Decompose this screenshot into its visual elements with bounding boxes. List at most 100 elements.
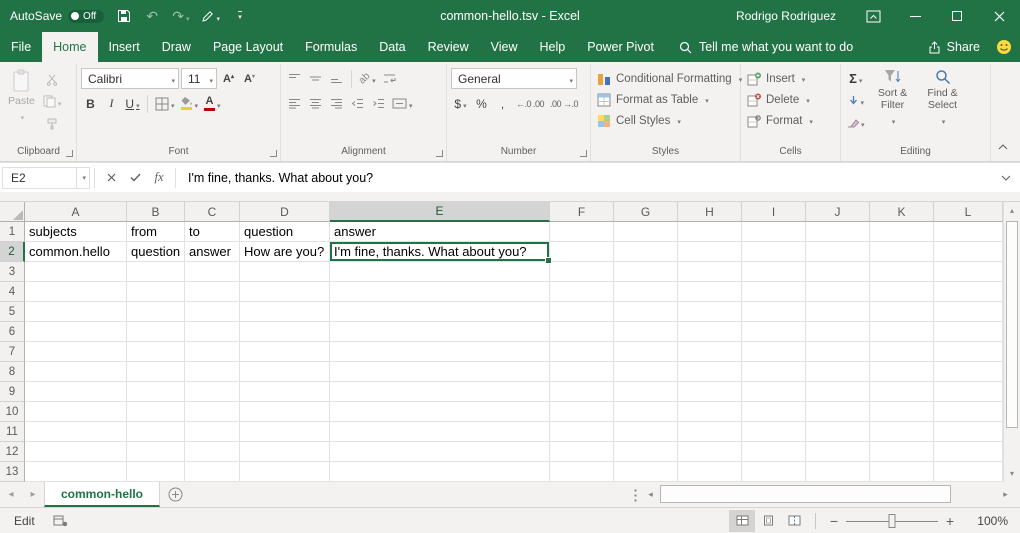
number-dialog-launcher[interactable] bbox=[580, 150, 587, 157]
cell-K12[interactable] bbox=[870, 442, 934, 462]
cell-A5[interactable] bbox=[25, 302, 127, 322]
cell-K1[interactable] bbox=[870, 222, 934, 242]
conditional-formatting-button[interactable]: Conditional Formatting bbox=[595, 68, 736, 89]
cell-E8[interactable] bbox=[330, 362, 550, 382]
cell-D3[interactable] bbox=[240, 262, 330, 282]
column-header-A[interactable]: A bbox=[25, 202, 127, 222]
cell-L3[interactable] bbox=[934, 262, 1003, 282]
bold-button[interactable]: B bbox=[81, 93, 100, 114]
row-header-10[interactable]: 10 bbox=[0, 402, 25, 422]
cell-C1[interactable]: to bbox=[185, 222, 240, 242]
cell-D8[interactable] bbox=[240, 362, 330, 382]
tab-home[interactable]: Home bbox=[42, 32, 97, 62]
cell-H8[interactable] bbox=[678, 362, 742, 382]
cell-G5[interactable] bbox=[614, 302, 678, 322]
cell-K7[interactable] bbox=[870, 342, 934, 362]
cell-C11[interactable] bbox=[185, 422, 240, 442]
column-header-D[interactable]: D bbox=[240, 202, 330, 222]
row-header-3[interactable]: 3 bbox=[0, 262, 25, 282]
cell-B10[interactable] bbox=[127, 402, 185, 422]
format-cells-button[interactable]: Format bbox=[745, 110, 836, 131]
cell-F4[interactable] bbox=[550, 282, 614, 302]
tab-page-layout[interactable]: Page Layout bbox=[202, 32, 294, 62]
copy-button[interactable] bbox=[41, 91, 64, 112]
cell-C8[interactable] bbox=[185, 362, 240, 382]
scroll-right-button[interactable] bbox=[997, 482, 1014, 507]
cell-C12[interactable] bbox=[185, 442, 240, 462]
increase-font-size-button[interactable]: A bbox=[219, 68, 238, 89]
cell-I8[interactable] bbox=[742, 362, 806, 382]
cell-A9[interactable] bbox=[25, 382, 127, 402]
select-all-button[interactable] bbox=[0, 202, 25, 222]
cell-F2[interactable] bbox=[550, 242, 614, 262]
cell-H9[interactable] bbox=[678, 382, 742, 402]
macro-record-button[interactable] bbox=[53, 515, 68, 527]
save-button[interactable] bbox=[116, 4, 132, 28]
cell-G9[interactable] bbox=[614, 382, 678, 402]
cell-K3[interactable] bbox=[870, 262, 934, 282]
column-header-E[interactable]: E bbox=[330, 202, 550, 222]
clipboard-dialog-launcher[interactable] bbox=[66, 150, 73, 157]
tab-view[interactable]: View bbox=[480, 32, 529, 62]
cell-A3[interactable] bbox=[25, 262, 127, 282]
cell-J1[interactable] bbox=[806, 222, 870, 242]
cell-L5[interactable] bbox=[934, 302, 1003, 322]
cell-K11[interactable] bbox=[870, 422, 934, 442]
cell-G8[interactable] bbox=[614, 362, 678, 382]
cell-H2[interactable] bbox=[678, 242, 742, 262]
cell-H3[interactable] bbox=[678, 262, 742, 282]
row-header-1[interactable]: 1 bbox=[0, 222, 25, 242]
column-header-H[interactable]: H bbox=[678, 202, 742, 222]
fill-button[interactable] bbox=[845, 90, 867, 111]
tab-insert[interactable]: Insert bbox=[98, 32, 151, 62]
cell-D5[interactable] bbox=[240, 302, 330, 322]
vertical-scroll-thumb[interactable] bbox=[1006, 221, 1018, 428]
column-header-C[interactable]: C bbox=[185, 202, 240, 222]
cell-G2[interactable] bbox=[614, 242, 678, 262]
cell-C4[interactable] bbox=[185, 282, 240, 302]
format-as-table-button[interactable]: Format as Table bbox=[595, 89, 736, 110]
row-header-4[interactable]: 4 bbox=[0, 282, 25, 302]
cell-J3[interactable] bbox=[806, 262, 870, 282]
increase-decimal-button[interactable]: ←.0 .00 bbox=[514, 93, 546, 114]
cell-D9[interactable] bbox=[240, 382, 330, 402]
tab-draw[interactable]: Draw bbox=[151, 32, 202, 62]
cell-C10[interactable] bbox=[185, 402, 240, 422]
zoom-slider[interactable] bbox=[846, 510, 938, 532]
cell-E3[interactable] bbox=[330, 262, 550, 282]
font-name-combo[interactable]: Calibri bbox=[81, 68, 179, 89]
cell-styles-button[interactable]: Cell Styles bbox=[595, 110, 736, 131]
feedback-smiley-button[interactable] bbox=[996, 39, 1012, 55]
zoom-level[interactable]: 100% bbox=[966, 514, 1008, 528]
cell-L12[interactable] bbox=[934, 442, 1003, 462]
ribbon-display-options-button[interactable] bbox=[852, 0, 894, 32]
merge-center-button[interactable] bbox=[390, 93, 415, 114]
cell-L1[interactable] bbox=[934, 222, 1003, 242]
row-header-13[interactable]: 13 bbox=[0, 462, 25, 482]
cell-H1[interactable] bbox=[678, 222, 742, 242]
cell-B8[interactable] bbox=[127, 362, 185, 382]
scroll-left-button[interactable] bbox=[642, 482, 659, 507]
cell-D2[interactable]: How are you? bbox=[240, 242, 330, 262]
cell-L2[interactable] bbox=[934, 242, 1003, 262]
column-header-G[interactable]: G bbox=[614, 202, 678, 222]
zoom-slider-thumb[interactable] bbox=[889, 514, 896, 528]
autosum-button[interactable]: Σ bbox=[845, 68, 867, 89]
paste-button[interactable]: Paste bbox=[5, 68, 38, 134]
row-header-11[interactable]: 11 bbox=[0, 422, 25, 442]
cell-G12[interactable] bbox=[614, 442, 678, 462]
account-name[interactable]: Rodrigo Rodriguez bbox=[736, 9, 836, 23]
autosave-toggle[interactable]: AutoSave Off bbox=[10, 9, 104, 23]
tab-review[interactable]: Review bbox=[417, 32, 480, 62]
column-header-L[interactable]: L bbox=[934, 202, 1003, 222]
cell-B6[interactable] bbox=[127, 322, 185, 342]
delete-cells-button[interactable]: Delete bbox=[745, 89, 836, 110]
cell-H7[interactable] bbox=[678, 342, 742, 362]
cell-J11[interactable] bbox=[806, 422, 870, 442]
decrease-font-size-button[interactable]: A bbox=[240, 68, 259, 89]
horizontal-scroll-thumb[interactable] bbox=[660, 485, 951, 503]
share-button[interactable]: Share bbox=[928, 40, 980, 54]
cell-H13[interactable] bbox=[678, 462, 742, 482]
cell-B2[interactable]: question bbox=[127, 242, 185, 262]
tab-power-pivot[interactable]: Power Pivot bbox=[576, 32, 665, 62]
